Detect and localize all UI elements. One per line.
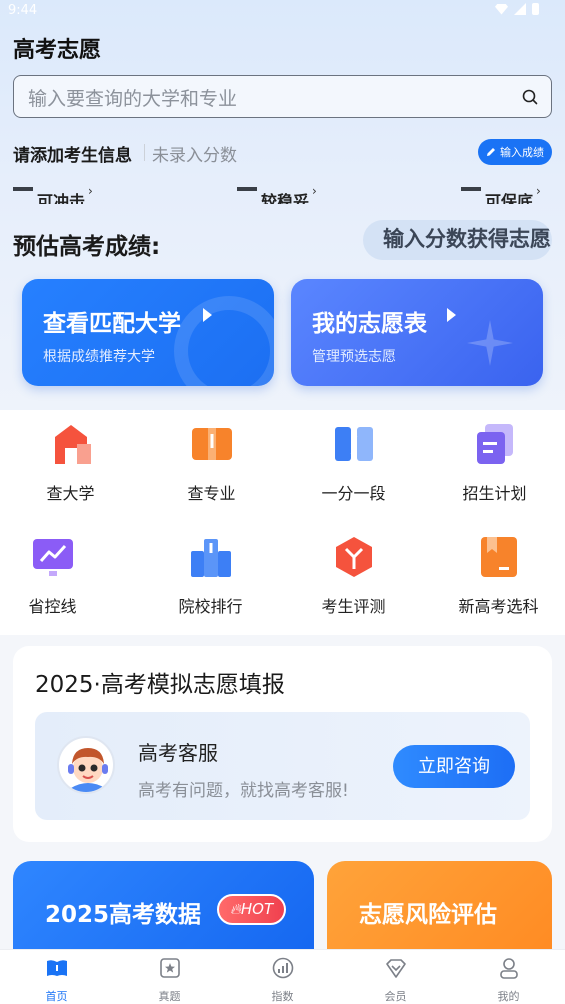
index-icon (272, 957, 293, 979)
tier-row: 可冲击 › 较稳妥 › 可保底 › (0, 184, 565, 204)
simulation-card: 2025·高考模拟志愿填报 高考客服 高考有问题，就找高考客服! 立即咨询 (13, 646, 552, 842)
add-student-info-link[interactable]: 请添加考生信息 (13, 141, 132, 166)
status-time: 9:44 (8, 3, 38, 18)
grid-item-label: 新高考选科 (458, 597, 539, 616)
school-icon (54, 425, 91, 464)
my-application-card[interactable]: 我的志愿表 管理预选志愿 (291, 279, 543, 386)
nav-label: 我的 (497, 990, 520, 1003)
swirl-decoration (174, 296, 274, 386)
hot-badge: 🔥︎HOT (217, 894, 286, 925)
search-icon[interactable] (522, 89, 538, 105)
tier-steady[interactable]: 较稳妥 › (237, 184, 317, 204)
vip-icon (385, 959, 406, 978)
score-segment-icon (334, 427, 373, 461)
tier-reach[interactable]: 可冲击 › (13, 184, 93, 204)
nav-vip[interactable]: 会员 (339, 956, 452, 1004)
battery-icon (532, 3, 539, 15)
grid-item-score-segment[interactable]: 一分一段 (283, 422, 424, 504)
nav-exams[interactable]: 真题 (113, 956, 226, 1004)
card-title: 志愿风险评估 (359, 902, 497, 928)
home-icon (46, 960, 67, 976)
enter-score-pill[interactable]: 输入分数获得志愿 (363, 220, 552, 260)
grid-item-school-ranking[interactable]: 院校排行 (140, 535, 281, 617)
grid-item-enrollment-plan[interactable]: 招生计划 (424, 422, 565, 504)
grid-item-label: 一分一段 (321, 484, 386, 503)
nav-profile[interactable]: 我的 (452, 956, 565, 1004)
enter-score-label: 输入成绩 (500, 146, 544, 159)
enter-score-pill-label: 输入分数获得志愿 (383, 227, 551, 251)
play-arrow-icon (203, 308, 212, 322)
enter-score-button[interactable]: 输入成绩 (478, 139, 552, 165)
nav-home[interactable]: 首页 (0, 956, 113, 1004)
nav-label: 真题 (158, 990, 181, 1003)
simulation-title: 2025·高考模拟志愿填报 (35, 672, 285, 698)
signal-icon (514, 3, 526, 15)
hot-label: HOT (240, 900, 274, 918)
bottom-navigation: 首页 真题 指数 会员 我的 (0, 949, 565, 1004)
card-title: 查看匹配大学 (43, 311, 181, 337)
page-title: 高考志愿 (13, 38, 102, 63)
grid-item-label: 查专业 (187, 484, 236, 503)
grid-item-label: 招生计划 (462, 484, 527, 503)
match-university-card[interactable]: 查看匹配大学 根据成绩推荐大学 (22, 279, 274, 386)
avatar (57, 736, 115, 794)
tier-dash (237, 187, 257, 191)
grid-item-label: 考生评测 (321, 597, 386, 616)
estimate-score-label: 预估高考成绩: (13, 234, 161, 260)
status-bar: 9:44 (0, 0, 565, 24)
book-icon (191, 428, 232, 460)
tier-label: 可冲击 (37, 192, 86, 204)
tier-label: 较稳妥 (261, 192, 310, 204)
exam-icon (159, 958, 180, 978)
ranking-icon (190, 539, 231, 577)
tier-dash (461, 187, 481, 191)
status-icons (495, 3, 539, 15)
wifi-icon (495, 3, 508, 15)
chevron-right-icon: › (536, 184, 541, 198)
nav-label: 会员 (384, 990, 407, 1003)
search-input[interactable]: 输入要查询的大学和专业 (13, 75, 552, 118)
service-agent-avatar-icon (68, 748, 108, 792)
service-title: 高考客服 (138, 741, 218, 765)
grid-item-label: 查大学 (46, 484, 95, 503)
grid-item-provincial-line[interactable]: 省控线 (0, 535, 123, 617)
grid-item-label: 省控线 (28, 597, 77, 616)
nav-label: 指数 (271, 990, 294, 1003)
divider (144, 144, 145, 161)
tier-safe[interactable]: 可保底 › (461, 184, 541, 204)
card-title: 2025高考数据 (45, 902, 202, 928)
sparkle-decoration (467, 320, 513, 366)
search-placeholder: 输入要查询的大学和专业 (28, 88, 238, 110)
tier-dash (13, 187, 33, 191)
service-subtitle: 高考有问题，就找高考客服! (138, 781, 349, 801)
customer-service-box[interactable]: 高考客服 高考有问题，就找高考客服! 立即咨询 (35, 712, 530, 820)
nav-index[interactable]: 指数 (226, 956, 339, 1004)
plan-icon (476, 424, 513, 464)
profile-icon (499, 958, 518, 979)
grid-item-find-major[interactable]: 查专业 (141, 422, 282, 504)
line-chart-icon (32, 539, 73, 576)
chevron-right-icon: › (88, 184, 93, 198)
grid-item-subject-selection[interactable]: 新高考选科 (428, 535, 565, 617)
feature-grid: 查大学 查专业 一分一段 招生计划 省控线 院校排行 考生评测 新高考选科 (0, 410, 565, 635)
tier-label: 可保底 (485, 192, 534, 204)
score-status: 未录入分数 (152, 146, 237, 166)
grid-item-label: 院校排行 (178, 597, 243, 616)
nav-label: 首页 (45, 990, 68, 1003)
card-title: 我的志愿表 (312, 311, 427, 337)
cube-icon (335, 537, 372, 577)
grid-item-find-university[interactable]: 查大学 (0, 422, 141, 504)
flame-icon: 🔥︎ (229, 900, 241, 918)
grid-item-student-assessment[interactable]: 考生评测 (283, 535, 424, 617)
chevron-right-icon: › (312, 184, 317, 198)
pen-icon (487, 148, 495, 156)
consult-now-button[interactable]: 立即咨询 (393, 745, 515, 788)
bookmark-book-icon (480, 537, 517, 577)
card-subtitle: 管理预选志愿 (312, 349, 396, 365)
play-arrow-icon (447, 308, 456, 322)
student-info-row: 请添加考生信息 未录入分数 输入成绩 (13, 139, 552, 166)
card-subtitle: 根据成绩推荐大学 (43, 349, 155, 365)
